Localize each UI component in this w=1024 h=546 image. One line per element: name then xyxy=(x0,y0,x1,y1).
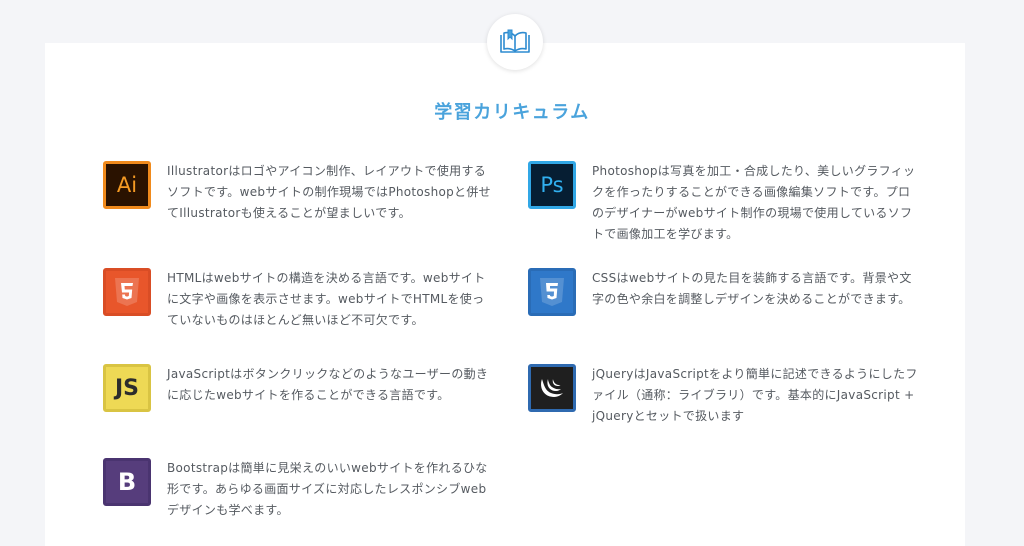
photoshop-logo-text: Ps xyxy=(540,173,564,197)
jquery-description: jQueryはJavaScriptをより簡単に記述できるようにしたファイル（通称… xyxy=(592,367,918,423)
jquery-icon xyxy=(528,364,576,412)
javascript-description: JavaScriptはボタンクリックなどのようなユーザーの動きに応じたwebサイ… xyxy=(167,367,489,402)
curriculum-item-jquery: jQueryはJavaScriptをより簡単に記述できるようにしたファイル（通称… xyxy=(528,364,918,427)
css-description: CSSはwebサイトの見た目を装飾する言語です。背景や文字の色や余白を調整しデザ… xyxy=(592,271,912,306)
curriculum-item-html: HTMLはwebサイトの構造を決める言語です。webサイトに文字や画像を表示させ… xyxy=(103,268,493,331)
html5-shield-icon xyxy=(115,278,139,306)
curriculum-item-bootstrap: B Bootstrapは簡単に見栄えのいいwebサイトを作れるひな形です。あらゆ… xyxy=(103,458,493,521)
illustrator-description: Illustratorはロゴやアイコン制作、レイアウトで使用するソフトです。we… xyxy=(167,164,491,220)
bootstrap-icon: B xyxy=(103,458,151,506)
css3-icon xyxy=(528,268,576,316)
html5-icon xyxy=(103,268,151,316)
book-icon xyxy=(500,29,530,53)
photoshop-description: Photoshopは写真を加工・合成したり、美しいグラフィックを作ったりすること… xyxy=(592,164,916,241)
javascript-logo-text: JS xyxy=(114,375,140,401)
illustrator-logo-text: Ai xyxy=(116,173,138,197)
curriculum-item-photoshop: Ps Photoshopは写真を加工・合成したり、美しいグラフィックを作ったりす… xyxy=(528,161,918,245)
photoshop-icon: Ps xyxy=(528,161,576,209)
bootstrap-logo-text: B xyxy=(117,468,137,496)
css3-shield-icon xyxy=(540,278,564,306)
curriculum-item-javascript: JS JavaScriptはボタンクリックなどのようなユーザーの動きに応じたwe… xyxy=(103,364,493,412)
bootstrap-description: Bootstrapは簡単に見栄えのいいwebサイトを作れるひな形です。あらゆる画… xyxy=(167,461,488,517)
html-description: HTMLはwebサイトの構造を決める言語です。webサイトに文字や画像を表示させ… xyxy=(167,271,486,327)
illustrator-icon: Ai xyxy=(103,161,151,209)
curriculum-item-css: CSSはwebサイトの見た目を装飾する言語です。背景や文字の色や余白を調整しデザ… xyxy=(528,268,918,316)
jquery-wave-icon xyxy=(541,379,563,397)
curriculum-item-illustrator: Ai Illustratorはロゴやアイコン制作、レイアウトで使用するソフトです… xyxy=(103,161,493,224)
section-badge xyxy=(487,14,543,70)
javascript-icon: JS xyxy=(103,364,151,412)
section-title: 学習カリキュラム xyxy=(434,102,590,123)
